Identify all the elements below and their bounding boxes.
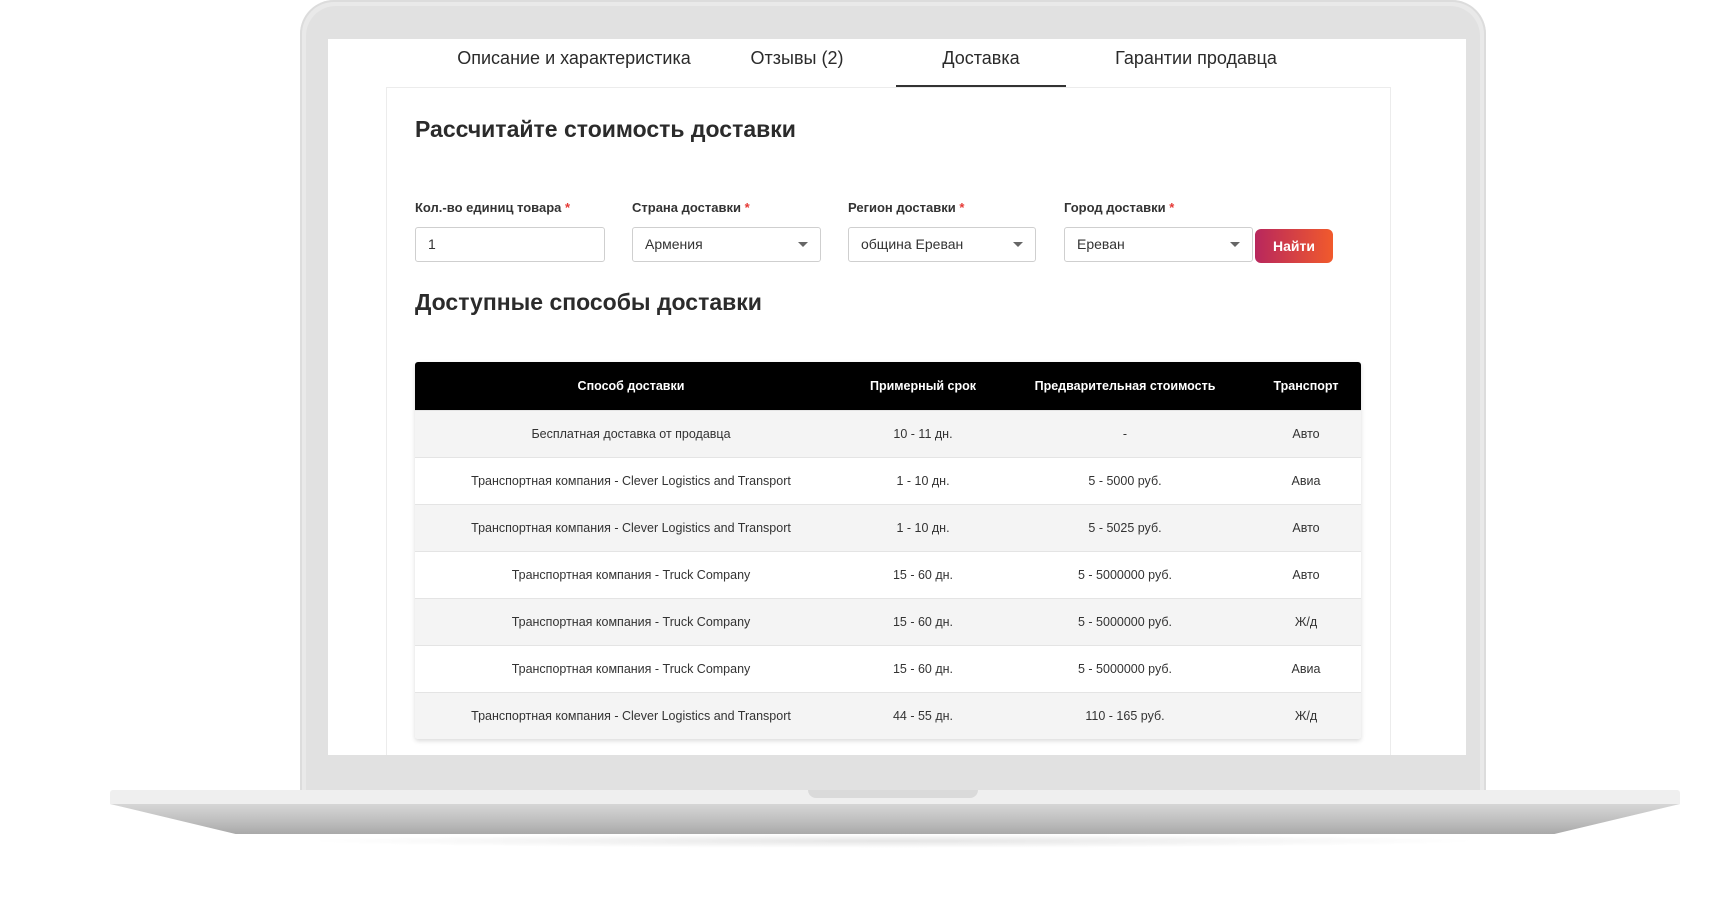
cell-method: Транспортная компания - Truck Company [511, 568, 751, 582]
chevron-down-icon [1013, 242, 1023, 247]
cell-term: 15 - 60 дн. [892, 568, 954, 582]
find-button[interactable]: Найти [1255, 229, 1333, 263]
header-term: Примерный срок [870, 379, 976, 393]
cell-cost: 5 - 5025 руб. [1088, 521, 1162, 535]
country-label: Страна доставки * [632, 200, 750, 215]
city-select-value: Ереван [1077, 236, 1125, 252]
city-label: Город доставки * [1064, 200, 1175, 215]
cell-method: Транспортная компания - Truck Company [511, 615, 751, 629]
table-row: Транспортная компания - Truck Company 15… [415, 645, 1361, 692]
region-label: Регион доставки * [848, 200, 965, 215]
chevron-down-icon [798, 242, 808, 247]
table-body: Бесплатная доставка от продавца 10 - 11 … [415, 410, 1361, 739]
cell-cost: 5 - 5000 руб. [1088, 474, 1162, 488]
cell-cost: 5 - 5000000 руб. [1077, 615, 1173, 629]
cell-method: Транспортная компания - Clever Logistics… [471, 709, 791, 723]
cell-transport: Авиа [1291, 474, 1321, 488]
tab-bar: Описание и характеристика Отзывы (2) Дос… [328, 39, 1466, 87]
header-cost: Предварительная стоимость [1034, 379, 1216, 393]
cell-transport: Авиа [1291, 662, 1321, 676]
cell-transport: Авто [1292, 568, 1320, 582]
laptop-base-bottom [110, 804, 1680, 834]
table-row: Транспортная компания - Clever Logistics… [415, 504, 1361, 551]
cell-term: 10 - 11 дн. [893, 427, 953, 441]
delivery-panel: Рассчитайте стоимость доставки Кол.-во е… [386, 87, 1391, 755]
region-select[interactable]: община Ереван [848, 227, 1036, 262]
cell-term: 15 - 60 дн. [892, 615, 954, 629]
delivery-methods-table: Способ доставки Примерный срок Предварит… [415, 362, 1361, 739]
laptop-shadow [300, 834, 1486, 848]
calculator-title: Рассчитайте стоимость доставки [415, 116, 796, 142]
cell-term: 15 - 60 дн. [892, 662, 954, 676]
city-select[interactable]: Ереван [1064, 227, 1253, 262]
laptop-screen: Описание и характеристика Отзывы (2) Дос… [328, 39, 1466, 755]
laptop-notch [808, 790, 978, 798]
country-select-value: Армения [645, 236, 703, 252]
cell-transport: Ж/д [1294, 709, 1318, 723]
cell-method: Бесплатная доставка от продавца [531, 427, 731, 441]
quantity-input[interactable]: 1 [415, 227, 605, 262]
quantity-label: Кол.-во единиц товара * [415, 200, 571, 215]
cell-cost: 110 - 165 руб. [1085, 709, 1165, 723]
tab-description[interactable]: Описание и характеристика [454, 39, 694, 87]
cell-cost: - [1122, 427, 1128, 441]
table-row: Транспортная компания - Truck Company 15… [415, 598, 1361, 645]
cell-method: Транспортная компания - Truck Company [511, 662, 751, 676]
methods-title: Доступные способы доставки [415, 289, 762, 315]
cell-transport: Авто [1292, 521, 1320, 535]
cell-transport: Авто [1292, 427, 1320, 441]
cell-method: Транспортная компания - Clever Logistics… [471, 521, 791, 535]
header-transport: Транспорт [1273, 379, 1339, 393]
header-method: Способ доставки [577, 379, 685, 393]
table-row: Транспортная компания - Clever Logistics… [415, 457, 1361, 504]
cell-term: 1 - 10 дн. [896, 521, 950, 535]
cell-term: 1 - 10 дн. [896, 474, 950, 488]
table-row: Транспортная компания - Truck Company 15… [415, 551, 1361, 598]
tab-seller-guarantees[interactable]: Гарантии продавца [1096, 39, 1296, 87]
cell-cost: 5 - 5000000 руб. [1077, 568, 1173, 582]
tab-delivery[interactable]: Доставка [896, 39, 1066, 87]
region-select-value: община Ереван [861, 236, 964, 252]
table-header: Способ доставки Примерный срок Предварит… [415, 362, 1361, 410]
chevron-down-icon [1230, 242, 1240, 247]
table-row: Транспортная компания - Clever Logistics… [415, 692, 1361, 739]
cell-term: 44 - 55 дн. [892, 709, 954, 723]
tab-reviews[interactable]: Отзывы (2) [742, 39, 852, 87]
table-row: Бесплатная доставка от продавца 10 - 11 … [415, 410, 1361, 457]
country-select[interactable]: Армения [632, 227, 821, 262]
cell-transport: Ж/д [1294, 615, 1318, 629]
cell-method: Транспортная компания - Clever Logistics… [471, 474, 791, 488]
cell-cost: 5 - 5000000 руб. [1077, 662, 1173, 676]
